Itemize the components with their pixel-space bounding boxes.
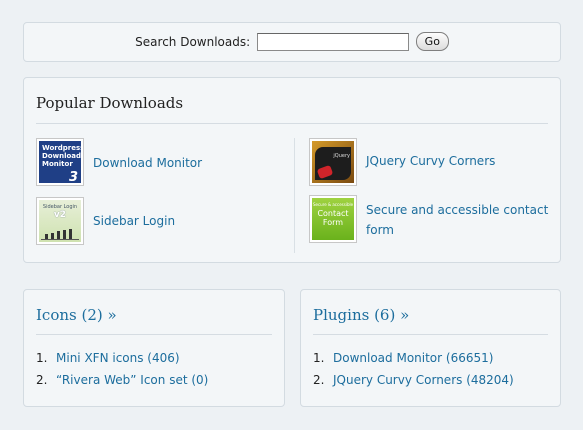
thumb-text: jQuery xyxy=(333,153,350,159)
thumb-text: v2 xyxy=(53,210,67,220)
thumb-text: Form xyxy=(322,218,344,227)
contact-form-thumbnail[interactable]: Secure & accessible Contact Form xyxy=(309,195,357,243)
evolution-figures-icon xyxy=(41,229,79,240)
download-monitor-thumbnail[interactable]: Wordpress Download Monitor 3 xyxy=(36,138,84,186)
contact-form-link[interactable]: Secure and accessible contact xyxy=(366,200,548,220)
thumb-badge: 3 xyxy=(68,170,78,183)
search-input[interactable] xyxy=(256,32,409,51)
list-item: 1. Download Monitor (66651) xyxy=(313,350,514,372)
popular-downloads-panel: Popular Downloads Wordpress Download Mon… xyxy=(23,77,561,263)
list-item: 2. JQuery Curvy Corners (48204) xyxy=(313,372,514,394)
plugins-list: 1. Download Monitor (66651) 2. JQuery Curv… xyxy=(313,350,514,394)
download-monitor-link[interactable]: Download Monitor xyxy=(93,153,202,173)
thumb-text: Wordpress xyxy=(42,144,81,152)
jquery-curvy-corners-image: jQuery xyxy=(312,141,354,183)
jquery-curvy-corners-plugin-link[interactable]: JQuery Curvy Corners (48204) xyxy=(333,373,514,387)
sidebar-login-thumbnail[interactable]: Sidebar Login v2 xyxy=(36,197,84,245)
plugins-category-link[interactable]: Plugins (6) » xyxy=(313,306,409,324)
rivera-web-icon-set-link[interactable]: “Rivera Web” Icon set (0) xyxy=(56,373,208,387)
thumb-text: Contact xyxy=(317,209,349,218)
sidebar-login-link[interactable]: Sidebar Login xyxy=(93,211,175,231)
popular-downloads-title: Popular Downloads xyxy=(36,94,184,112)
jquery-curvy-corners-link[interactable]: JQuery Curvy Corners xyxy=(366,151,495,171)
download-monitor-plugin-link[interactable]: Download Monitor (66651) xyxy=(333,351,493,365)
search-panel: Search Downloads: Go xyxy=(23,22,561,62)
divider xyxy=(36,123,548,124)
list-number: 2. xyxy=(313,373,325,387)
thumb-text: Sidebar Login xyxy=(42,204,78,210)
plugins-category-panel: Plugins (6) » 1. Download Monitor (66651)… xyxy=(300,289,561,407)
list-item: 2. “Rivera Web” Icon set (0) xyxy=(36,372,208,394)
icons-category-link[interactable]: Icons (2) » xyxy=(36,306,117,324)
divider xyxy=(36,334,272,335)
search-label: Search Downloads: xyxy=(135,34,251,49)
go-button[interactable]: Go xyxy=(415,32,449,51)
icons-category-panel: Icons (2) » 1. Mini XFN icons (406) 2. “Ri… xyxy=(23,289,285,407)
thumb-text: Download xyxy=(42,152,81,160)
mini-xfn-icons-link[interactable]: Mini XFN icons (406) xyxy=(56,351,180,365)
download-monitor-image: Wordpress Download Monitor 3 xyxy=(39,141,81,183)
list-item: 1. Mini XFN icons (406) xyxy=(36,350,208,372)
jquery-curvy-corners-thumbnail[interactable]: jQuery xyxy=(309,138,357,186)
column-divider xyxy=(294,138,295,253)
thumb-text: Secure & accessible xyxy=(312,202,354,207)
list-number: 1. xyxy=(313,351,325,365)
thumb-text: Monitor xyxy=(42,160,73,168)
contact-form-image: Secure & accessible Contact Form xyxy=(312,198,354,240)
search-row: Search Downloads: Go xyxy=(24,32,560,51)
list-number: 2. xyxy=(36,373,48,387)
list-number: 1. xyxy=(36,351,48,365)
sidebar-login-image: Sidebar Login v2 xyxy=(39,200,81,242)
icons-list: 1. Mini XFN icons (406) 2. “Rivera Web” Ic… xyxy=(36,350,208,394)
contact-form-link-line2[interactable]: form xyxy=(366,220,394,240)
divider xyxy=(313,334,548,335)
